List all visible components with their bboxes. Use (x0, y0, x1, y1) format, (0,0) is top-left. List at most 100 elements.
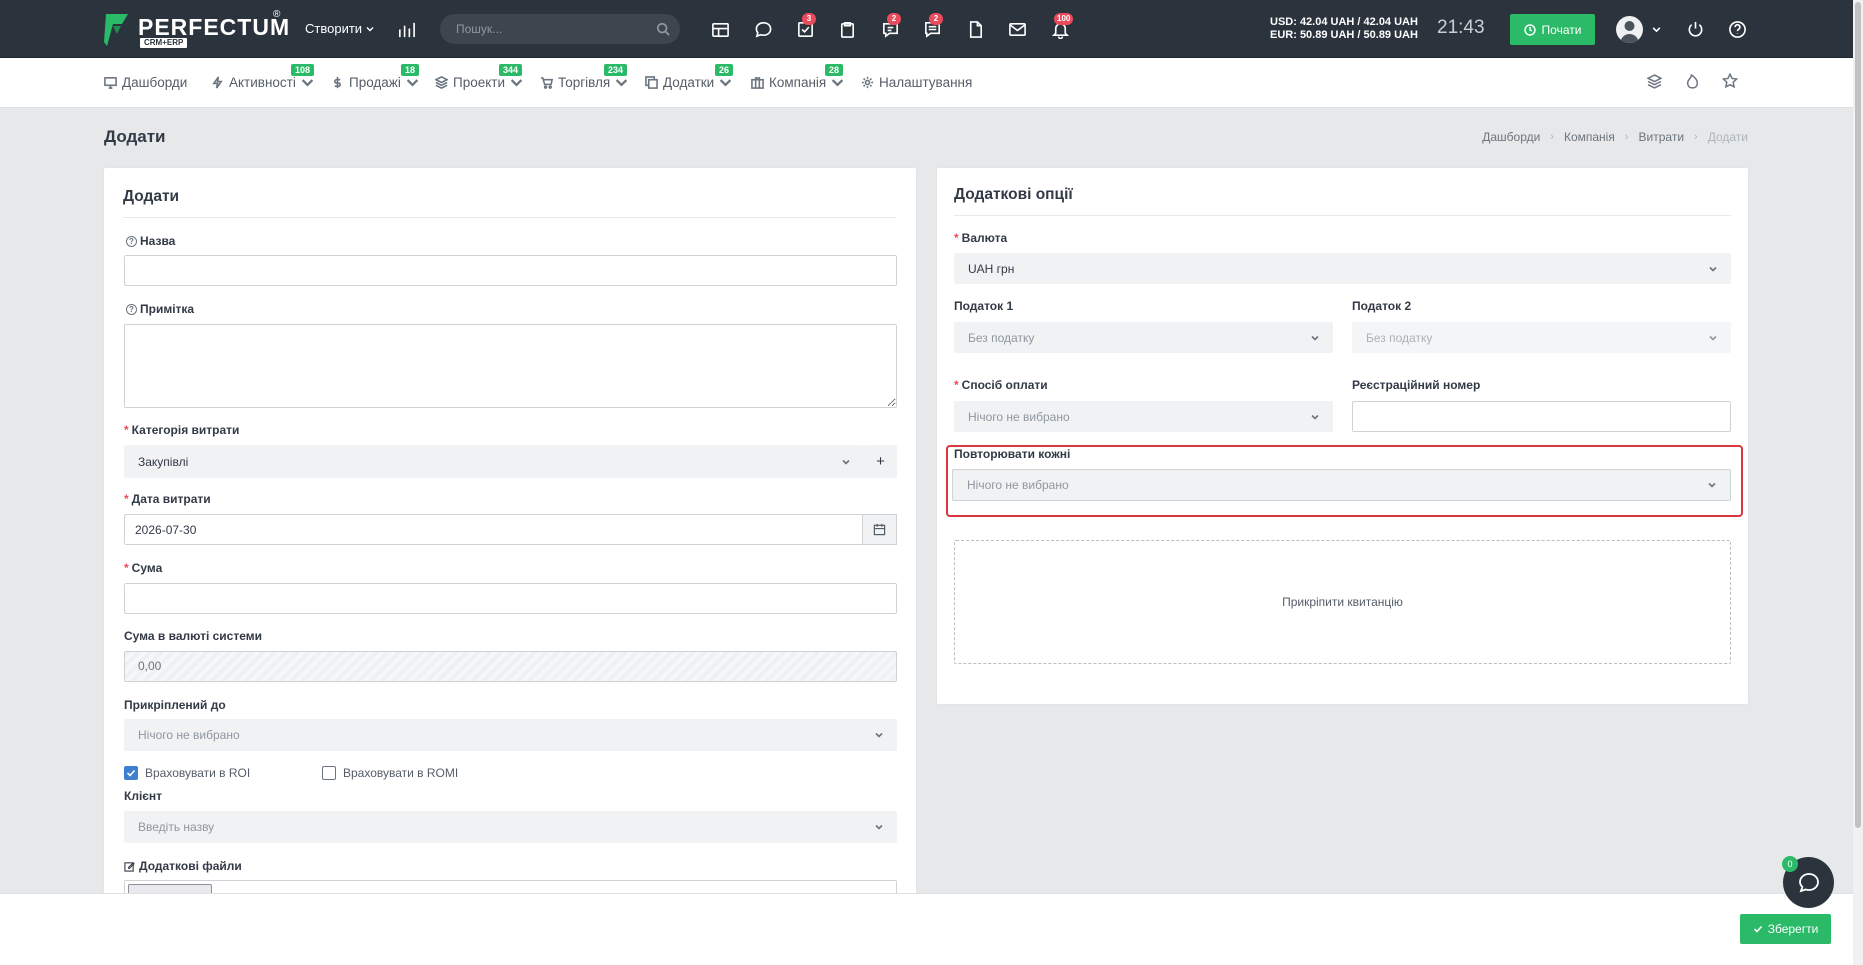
chevron-down-icon (1311, 414, 1319, 420)
romi-checkbox[interactable] (322, 766, 336, 780)
name-label: ? Назва (126, 234, 175, 248)
mail-icon[interactable] (1005, 17, 1029, 41)
nav-sales[interactable]: Продажі 18 (331, 64, 420, 90)
power-icon[interactable] (1683, 17, 1707, 41)
romi-checkbox-row[interactable]: Враховувати в ROMI (322, 766, 458, 780)
tasks-check-icon[interactable]: 3 (793, 13, 817, 41)
sum-system-label: Сума в валюті системи (124, 629, 262, 643)
avatar[interactable] (1616, 16, 1643, 43)
document-icon[interactable] (963, 17, 987, 41)
attached-select[interactable]: Нічого не вибрано (124, 719, 897, 751)
clock-icon (1523, 23, 1536, 36)
attached-placeholder: Нічого не вибрано (138, 728, 240, 742)
clock: 21:43 (1437, 17, 1485, 38)
name-input[interactable] (124, 255, 897, 286)
create-menu-button[interactable]: Створити (305, 21, 374, 36)
nav-label: Дашборди (122, 75, 188, 90)
main-nav: Дашборди Активності 108 Продажі 18 Проекти… (0, 58, 1853, 108)
nav-dashboards[interactable]: Дашборди (104, 75, 187, 90)
chevron-down-icon (875, 732, 883, 738)
monitor-icon (104, 77, 117, 89)
repeat-label: Повторювати кожні (954, 447, 1071, 461)
breadcrumb-expenses[interactable]: Витрати (1639, 130, 1685, 144)
add-expense-card: Додати ? Назва ? Примітка * Категорія витра… (104, 168, 916, 908)
clipboard-icon[interactable] (835, 17, 859, 41)
nav-label: Торгівля (558, 75, 611, 90)
payment-select[interactable]: Нічого не вибрано (954, 401, 1333, 432)
page-title: Додати (104, 127, 166, 146)
chevron-down-icon (510, 79, 523, 87)
sum-input[interactable] (124, 583, 897, 614)
avatar-chevron-down-icon[interactable] (1652, 25, 1661, 34)
nav-activities[interactable]: Активності 108 (211, 64, 315, 90)
copy-icon (645, 76, 658, 89)
client-select[interactable]: Введіть назву (124, 811, 897, 843)
start-timer-button[interactable]: Почати (1510, 14, 1595, 45)
tax1-value: Без податку (968, 330, 1035, 345)
search-icon[interactable] (656, 22, 670, 36)
usd-rate: USD: 42.04 UAH / 42.04 UAH (1270, 16, 1418, 28)
messages-icon[interactable]: 2 (920, 13, 944, 41)
fire-icon[interactable] (1685, 74, 1700, 89)
chat-icon (1798, 872, 1819, 892)
reports-chart-icon[interactable] (394, 17, 418, 41)
star-icon[interactable] (1722, 73, 1738, 89)
romi-label: Враховувати в ROMI (343, 766, 459, 780)
chevron-down-icon (720, 79, 732, 87)
divider (123, 217, 896, 218)
search-box[interactable] (440, 14, 680, 44)
chevron-down-icon (616, 79, 628, 87)
nav-addons[interactable]: Додатки 26 (645, 64, 734, 90)
breadcrumb-company[interactable]: Компанія (1564, 130, 1615, 144)
nav-label: Налаштування (879, 75, 973, 90)
nav-settings[interactable]: Налаштування (861, 75, 972, 90)
notifications-badge: 100 (1054, 13, 1074, 25)
nav-badge: 344 (499, 64, 523, 76)
tax2-select[interactable]: Без податку (1352, 322, 1731, 353)
tax1-select[interactable]: Без податку (954, 322, 1333, 353)
comments-icon[interactable]: 2 (878, 13, 902, 41)
scrollbar-thumb[interactable] (1855, 2, 1861, 828)
sum-label: * Сума (124, 561, 163, 575)
add-category-button[interactable]: + (864, 445, 897, 478)
reg-number-input[interactable] (1352, 401, 1731, 432)
chevron-down-icon (1708, 482, 1716, 488)
nav-badge: 26 (715, 64, 734, 76)
layers-icon (435, 76, 448, 89)
chevron-down-icon (832, 79, 844, 87)
date-input[interactable] (124, 514, 863, 545)
user-icon (1620, 21, 1639, 43)
nav-trade[interactable]: Торгівля 234 (540, 64, 628, 90)
category-select[interactable]: Закупівлі (124, 445, 864, 478)
receipt-dropzone[interactable]: Прикріпити квитанцію (954, 540, 1731, 664)
files-label: Додаткові файли (124, 859, 242, 873)
nav-projects[interactable]: Проекти 344 (435, 64, 523, 90)
receipt-label: Прикріпити квитанцію (1282, 595, 1403, 609)
currency-select[interactable]: UAH грн (954, 253, 1731, 284)
breadcrumb-dashboards[interactable]: Дашборди (1482, 130, 1540, 144)
dollar-icon (334, 76, 341, 89)
search-input[interactable] (456, 14, 636, 44)
logo-text[interactable]: PERFECTUM (138, 14, 290, 41)
chevron-down-icon (301, 79, 314, 87)
roi-checkbox-row[interactable]: Враховувати в ROI (124, 766, 250, 780)
currency-rates: USD: 42.04 UAH / 42.04 UAH EUR: 50.89 UA… (1270, 16, 1418, 42)
chevron-down-icon (842, 459, 850, 465)
help-icon[interactable] (1725, 17, 1749, 41)
calendar-button[interactable] (862, 514, 897, 545)
bell-icon[interactable]: 100 (1048, 13, 1074, 41)
nav-company[interactable]: Компанія 28 (751, 64, 844, 90)
chevron-down-icon (366, 26, 374, 31)
roi-checkbox[interactable] (124, 766, 138, 780)
tax2-value: Без податку (1366, 330, 1433, 345)
top-bar: PERFECTUM ® CRM+ERP Створити 3 2 2 100 U… (0, 0, 1853, 58)
card-title: Додати (123, 188, 180, 205)
sum-system-field: 0,00 (124, 651, 897, 682)
calendar-board-icon[interactable] (708, 17, 732, 41)
repeat-select[interactable]: Нічого не вибрано (952, 469, 1731, 501)
layers-quick-icon[interactable] (1647, 74, 1662, 89)
chat-bubble-icon[interactable] (751, 17, 775, 41)
save-button[interactable]: Зберегти (1740, 914, 1831, 944)
note-textarea[interactable] (124, 324, 897, 408)
tax2-label: Податок 2 (1352, 299, 1412, 313)
